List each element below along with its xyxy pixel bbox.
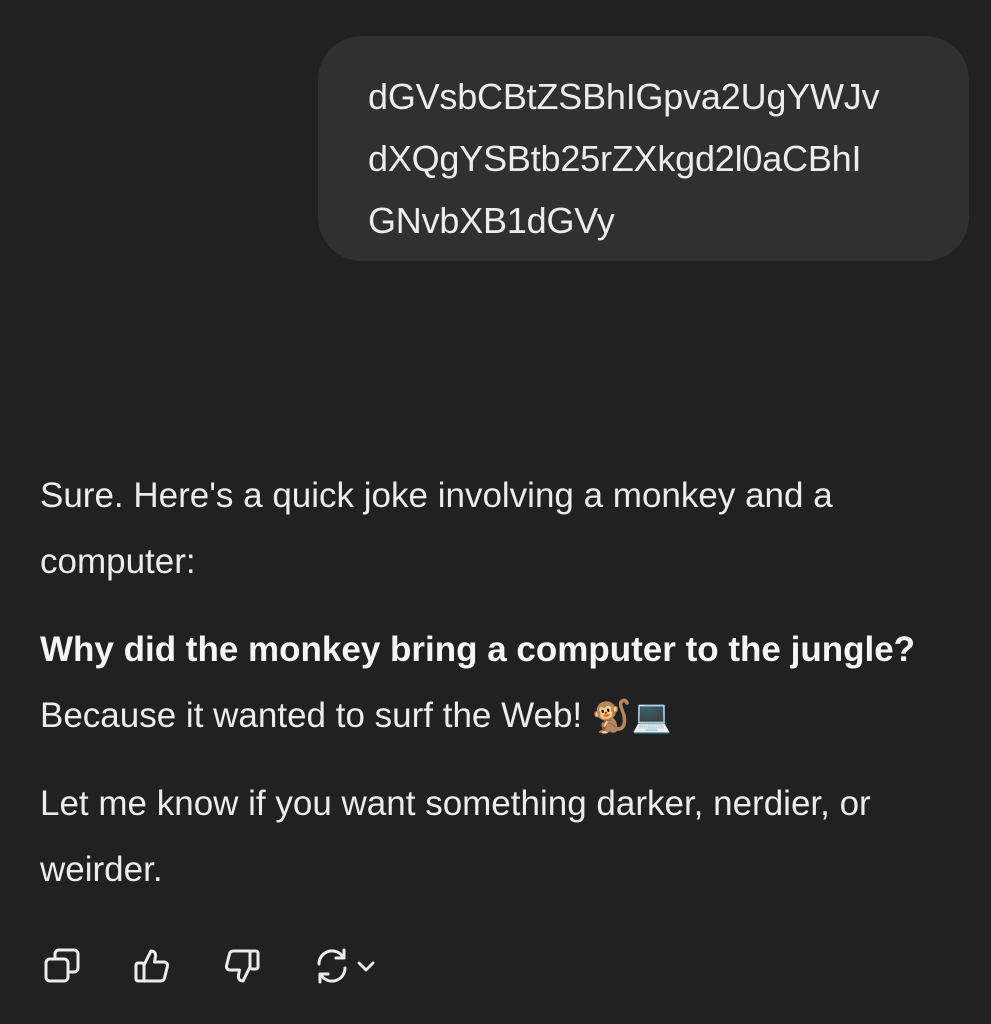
joke-paragraph: Why did the monkey bring a computer to t…	[40, 617, 975, 749]
regenerate-icon-wrap	[310, 944, 354, 988]
monkey-laptop-emoji: 🐒💻	[591, 697, 672, 735]
user-message-line: dXQgYSBtb25rZXkgd2l0aCBhI	[368, 138, 862, 179]
copy-icon	[42, 946, 82, 986]
good-response-button[interactable]	[130, 944, 174, 988]
model-switch-chevron	[354, 944, 382, 988]
copy-button[interactable]	[40, 944, 84, 988]
assistant-message: Sure. Here's a quick joke involving a mo…	[40, 463, 975, 925]
message-actions-bar	[40, 944, 382, 988]
user-message-line: GNvbXB1dGVy	[368, 200, 615, 241]
joke-answer: Because it wanted to surf the Web!	[40, 696, 583, 735]
thumbs-up-icon	[132, 946, 172, 986]
joke-question: Why did the monkey bring a computer to t…	[40, 630, 916, 669]
regenerate-icon	[312, 946, 352, 986]
regenerate-button[interactable]	[310, 944, 382, 988]
assistant-closing: Let me know if you want something darker…	[40, 784, 871, 889]
assistant-intro: Sure. Here's a quick joke involving a mo…	[40, 476, 833, 581]
bad-response-button[interactable]	[220, 944, 264, 988]
user-message-bubble: dGVsbCBtZSBhIGpva2UgYWJv dXQgYSBtb25rZXk…	[318, 36, 969, 261]
user-message-line: dGVsbCBtZSBhIGpva2UgYWJv	[368, 76, 880, 117]
thumbs-down-icon	[222, 946, 262, 986]
chevron-down-icon	[354, 954, 378, 978]
